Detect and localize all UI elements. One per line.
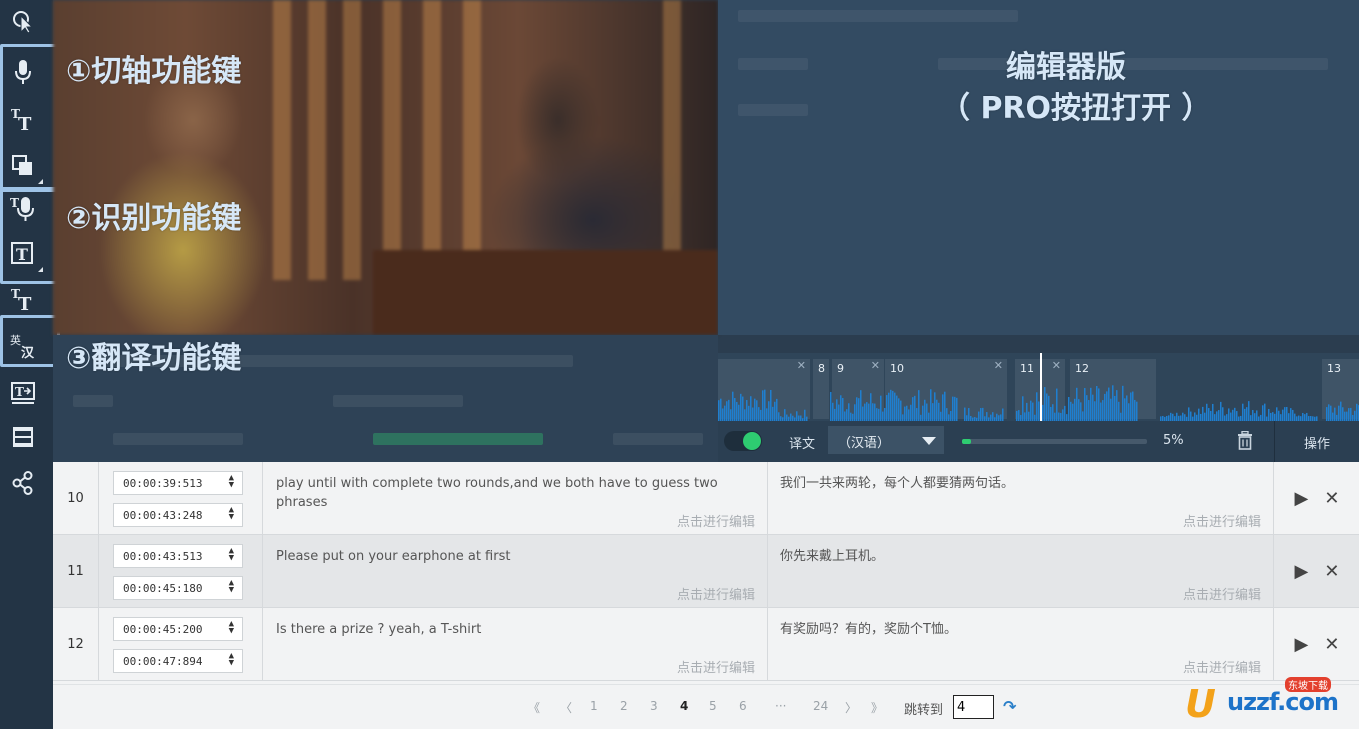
film-strip-icon: [13, 427, 33, 447]
stepper-icon[interactable]: ▲ ▼: [229, 620, 234, 636]
page-link[interactable]: 2: [620, 699, 628, 713]
playhead[interactable]: [1040, 353, 1042, 421]
play-icon[interactable]: ▶: [1295, 561, 1309, 582]
delete-button[interactable]: [1237, 430, 1253, 454]
translation-text-cell[interactable]: 你先来戴上耳机。 点击进行编辑: [768, 535, 1274, 607]
page-link[interactable]: 24: [813, 699, 828, 713]
pointer-icon: [13, 11, 34, 34]
end-time-field[interactable]: 00:00:43:248 ▲ ▼: [113, 503, 243, 527]
annotation-editor-title: 编辑器版: [1006, 50, 1126, 85]
start-time-field[interactable]: 00:00:43:513 ▲ ▼: [113, 544, 243, 568]
jump-go-icon[interactable]: ↷: [1003, 697, 1016, 716]
play-icon[interactable]: ▶: [1295, 488, 1309, 509]
translation-bar: 译文 （汉语） 5% 操作: [718, 421, 1359, 462]
translation-label: 译文: [789, 437, 816, 452]
edit-hint: 点击进行编辑: [1182, 515, 1261, 530]
language-select[interactable]: （汉语）: [828, 426, 944, 454]
translation-text-cell[interactable]: 我们一共来两轮，每个人都要猜两句话。 点击进行编辑: [768, 462, 1274, 534]
jump-page-input[interactable]: [953, 695, 994, 719]
play-icon[interactable]: ▶: [1295, 634, 1309, 655]
pagination: 《 〈 1 2 3 4 5 6 ··· 24 〉 》 跳转到 ↷: [53, 684, 1359, 729]
stepper-icon[interactable]: ▲ ▼: [229, 652, 234, 668]
site-watermark-logo: U uzzf.com 东坡下载: [1175, 670, 1355, 726]
page-link[interactable]: 5: [709, 699, 717, 713]
translation-tools-highlight: [0, 315, 60, 367]
stepper-icon[interactable]: ▲ ▼: [229, 547, 234, 563]
row-index: 12: [53, 608, 99, 680]
first-page-button[interactable]: 《: [528, 699, 540, 716]
edit-hint: 点击进行编辑: [676, 661, 755, 676]
text-export-tool[interactable]: T: [7, 376, 39, 408]
audio-timeline[interactable]: ✕ 8 9 ✕ 10 ✕ 11 ✕ 12 13: [718, 353, 1359, 421]
text-arrow-icon: T: [11, 382, 35, 404]
edit-hint: 点击进行编辑: [1182, 588, 1261, 603]
language-value: （汉语）: [838, 436, 891, 451]
watermark-word: uzzf.com: [1227, 688, 1339, 716]
row-actions: ▶ ✕: [1275, 535, 1359, 607]
subtitle-editor-app: TT T T TT 英 汉 T ①切轴功能键 ②识别功能键 ③翻译功能键 编辑器…: [0, 0, 1359, 729]
watermark-tag: 东坡下载: [1285, 677, 1331, 692]
end-time-field[interactable]: 00:00:45:180 ▲ ▼: [113, 576, 243, 600]
share-icon: [12, 471, 33, 495]
edit-hint: 点击进行编辑: [676, 588, 755, 603]
progress-fill: [962, 439, 972, 444]
start-time-field[interactable]: 00:00:39:513 ▲ ▼: [113, 471, 243, 495]
toggle-knob: [743, 432, 761, 450]
last-page-button[interactable]: 》: [871, 699, 883, 716]
source-text-cell[interactable]: play until with complete two rounds,and …: [264, 462, 768, 534]
page-link[interactable]: 1: [590, 699, 598, 713]
jump-label: 跳转到: [904, 703, 944, 718]
text-format-tool[interactable]: TT: [7, 284, 39, 316]
chevron-down-icon: [922, 437, 936, 445]
axis-tools-highlight: [0, 44, 60, 192]
prev-page-button[interactable]: 〈: [560, 699, 572, 716]
annotation-axis-tools: ①切轴功能键: [66, 54, 242, 89]
translation-toggle[interactable]: [724, 431, 762, 451]
table-row[interactable]: 10 00:00:39:513 ▲ ▼ 00:00:43:248 ▲ ▼ play un…: [53, 462, 1359, 535]
stepper-icon[interactable]: ▲ ▼: [229, 474, 234, 490]
pointer-tool[interactable]: [7, 6, 39, 38]
annotation-editor-note: （ PRO按扭打开 ）: [940, 91, 1212, 126]
table-row[interactable]: 12 00:00:45:200 ▲ ▼ 00:00:47:894 ▲ ▼ Is ther…: [53, 608, 1359, 681]
watermark-mark: U: [1185, 682, 1216, 726]
progress-percent: 5%: [1163, 433, 1184, 448]
waveform: [718, 385, 1359, 421]
start-time-field[interactable]: 00:00:45:200 ▲ ▼: [113, 617, 243, 641]
row-index: 10: [53, 462, 99, 534]
share-tool[interactable]: [7, 467, 39, 499]
end-time-field[interactable]: 00:00:47:894 ▲ ▼: [113, 649, 243, 673]
operations-header: 操作: [1274, 421, 1359, 462]
edit-hint: 点击进行编辑: [676, 515, 755, 530]
stepper-icon[interactable]: ▲ ▼: [229, 506, 234, 522]
trash-icon: [1238, 430, 1252, 450]
recognition-tools-highlight: [0, 187, 60, 284]
annotation-translation-tools: ③翻译功能键: [66, 341, 242, 376]
svg-text:T: T: [15, 385, 24, 399]
page-link[interactable]: 6: [739, 699, 747, 713]
close-icon[interactable]: ✕: [1324, 634, 1339, 655]
subtitle-table: 10 00:00:39:513 ▲ ▼ 00:00:43:248 ▲ ▼ play un…: [53, 462, 1359, 684]
film-tool[interactable]: [7, 421, 39, 453]
row-index: 11: [53, 535, 99, 607]
source-text-cell[interactable]: Is there a prize ? yeah, a T-shirt 点击进行编辑: [264, 608, 768, 680]
translation-progress: [962, 439, 1147, 444]
page-link-current[interactable]: 4: [680, 699, 688, 713]
close-icon[interactable]: ✕: [1324, 488, 1339, 509]
page-link[interactable]: 3: [650, 699, 658, 713]
source-text-cell[interactable]: Please put on your earphone at first 点击进行…: [264, 535, 768, 607]
next-page-button[interactable]: 〉: [845, 699, 857, 716]
close-icon[interactable]: ✕: [1324, 561, 1339, 582]
table-row[interactable]: 11 00:00:43:513 ▲ ▼ 00:00:45:180 ▲ ▼ Please …: [53, 535, 1359, 608]
annotation-recognition-tools: ②识别功能键: [66, 201, 242, 236]
text-size-icon: TT: [11, 287, 32, 315]
page-ellipsis: ···: [775, 699, 787, 713]
stepper-icon[interactable]: ▲ ▼: [229, 579, 234, 595]
row-actions: ▶ ✕: [1275, 462, 1359, 534]
